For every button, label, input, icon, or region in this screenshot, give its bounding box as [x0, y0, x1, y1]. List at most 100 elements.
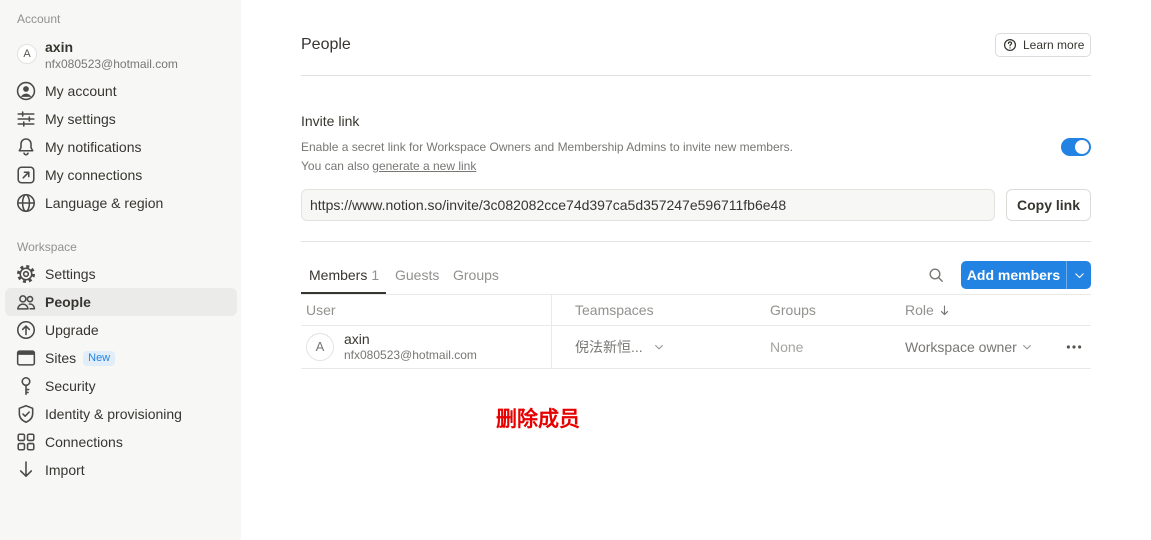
account-nav: My account My settings My notifications … [5, 77, 237, 217]
sidebar-item-sites[interactable]: Sites New [5, 344, 237, 372]
people-tabs: Members 1 Guests Groups [301, 260, 901, 294]
search-button[interactable] [925, 264, 947, 286]
user-circle-icon [16, 81, 36, 101]
sidebar-item-label: My account [45, 83, 117, 99]
add-members-dropdown[interactable] [1067, 261, 1091, 289]
sidebar-item-label: Import [45, 462, 85, 478]
groups-value: None [770, 339, 804, 355]
sidebar-item-label: Language & region [45, 195, 164, 211]
gear-icon [16, 264, 36, 284]
learn-more-label: Learn more [1023, 38, 1085, 52]
people-settings-panel: People Learn more Invite link Enable a s… [301, 0, 1091, 540]
page-title: People [301, 36, 351, 53]
member-name: axin [344, 331, 370, 347]
tab-members[interactable]: Members 1 [301, 260, 386, 294]
sidebar-item-label: Identity & provisioning [45, 406, 182, 422]
member-count: 1 [371, 267, 380, 283]
toggle-knob [1075, 140, 1089, 154]
sidebar-item-people[interactable]: People [5, 288, 237, 316]
sidebar-item-label: Connections [45, 434, 123, 450]
sidebar-item-import[interactable]: Import [5, 456, 237, 484]
invite-link-url: https://www.notion.so/invite/3c082082cce… [310, 197, 787, 213]
sidebar-item-language-region[interactable]: Language & region [5, 189, 237, 217]
invite-link-toggle[interactable] [1061, 138, 1091, 156]
invite-link-heading: Invite link [301, 113, 360, 129]
sidebar-item-label: People [45, 294, 91, 310]
arrow-up-right-square-icon [17, 166, 35, 184]
key-icon [21, 376, 31, 395]
teamspaces-dropdown[interactable]: 倪法新恒... [575, 326, 665, 368]
teamspaces-value: 倪法新恒... [575, 339, 643, 355]
sidebar-item-settings[interactable]: Settings [5, 260, 237, 288]
divider [301, 241, 1091, 242]
sidebar-item-my-notifications[interactable]: My notifications [5, 133, 237, 161]
sidebar-item-upgrade[interactable]: Upgrade [5, 316, 237, 344]
copy-link-button[interactable]: Copy link [1006, 189, 1091, 221]
sidebar-item-label: My connections [45, 167, 143, 183]
sliders-icon [17, 111, 35, 127]
user-email: nfx080523@hotmail.com [45, 57, 178, 71]
account-section-header: Account [17, 12, 61, 26]
user-name: axin [45, 39, 74, 55]
add-members-button[interactable]: Add members [961, 261, 1066, 289]
arrow-up-circle-icon [16, 320, 36, 340]
invite-link-description: Enable a secret link for Workspace Owner… [301, 140, 793, 154]
column-header-groups: Groups [770, 302, 816, 318]
sidebar-item-my-settings[interactable]: My settings [5, 105, 237, 133]
current-user: A axin nfx080523@hotmail.com [17, 37, 232, 73]
sidebar-item-label: Sites [45, 350, 77, 366]
column-header-user: User [306, 302, 336, 318]
sidebar-item-my-connections[interactable]: My connections [5, 161, 237, 189]
add-members-button-group: Add members [961, 261, 1091, 289]
divider [301, 75, 1091, 76]
sidebar-item-security[interactable]: Security [5, 372, 237, 400]
column-header-teamspaces: Teamspaces [575, 302, 654, 318]
tab-groups[interactable]: Groups [445, 260, 507, 294]
chevron-down-icon [654, 344, 663, 350]
sidebar-item-label: Settings [45, 266, 96, 282]
role-dropdown[interactable]: Workspace owner [905, 326, 1033, 368]
generate-link-prefix: You can also [301, 159, 370, 173]
settings-sidebar: Account A axin nfx080523@hotmail.com My … [0, 0, 241, 540]
grid-icon [17, 433, 35, 451]
sidebar-item-identity-provisioning[interactable]: Identity & provisioning [5, 400, 237, 428]
sort-arrow-down-icon [940, 304, 948, 315]
sidebar-item-label: My notifications [45, 139, 142, 155]
column-divider [551, 295, 552, 368]
search-icon [929, 268, 943, 282]
invite-link-field[interactable]: https://www.notion.so/invite/3c082082cce… [301, 189, 995, 221]
members-table: User Teamspaces Groups Role A axin nfx08… [301, 294, 1091, 369]
arrow-down-icon [19, 461, 33, 477]
chevron-down-icon [1074, 272, 1084, 278]
workspace-nav: Settings People Upgrade Sites New Securi… [5, 260, 237, 484]
shield-check-icon [18, 405, 34, 423]
workspace-section-header: Workspace [17, 240, 77, 254]
learn-more-button[interactable]: Learn more [995, 33, 1091, 57]
role-value: Workspace owner [905, 339, 1017, 355]
avatar: A [17, 44, 37, 64]
member-email: nfx080523@hotmail.com [344, 348, 477, 362]
people-icon [17, 295, 36, 310]
sidebar-item-label: Upgrade [45, 322, 99, 338]
avatar: A [306, 333, 334, 361]
column-header-role[interactable]: Role [905, 295, 951, 325]
row-more-button[interactable] [1062, 326, 1086, 368]
bell-icon [18, 138, 34, 156]
browser-window-icon [16, 350, 36, 366]
generate-link-text: You can also generate a new link [301, 158, 476, 174]
table-row[interactable]: A axin nfx080523@hotmail.com 倪法新恒... Non… [301, 326, 1091, 369]
annotation-label: 删除成员 [496, 408, 580, 431]
chevron-down-icon [1022, 344, 1031, 350]
sidebar-item-label: Security [45, 378, 96, 394]
table-header: User Teamspaces Groups Role [301, 294, 1091, 326]
more-horizontal-icon [1066, 345, 1082, 349]
column-header-role-label: Role [905, 302, 934, 318]
generate-new-link[interactable]: generate a new link [372, 159, 476, 173]
sidebar-item-my-account[interactable]: My account [5, 77, 237, 105]
tab-guests[interactable]: Guests [387, 260, 447, 294]
sidebar-item-label: My settings [45, 111, 116, 127]
sidebar-item-connections[interactable]: Connections [5, 428, 237, 456]
tab-label: Members [309, 267, 368, 283]
question-circle-icon [1003, 38, 1017, 52]
new-badge: New [83, 350, 116, 366]
